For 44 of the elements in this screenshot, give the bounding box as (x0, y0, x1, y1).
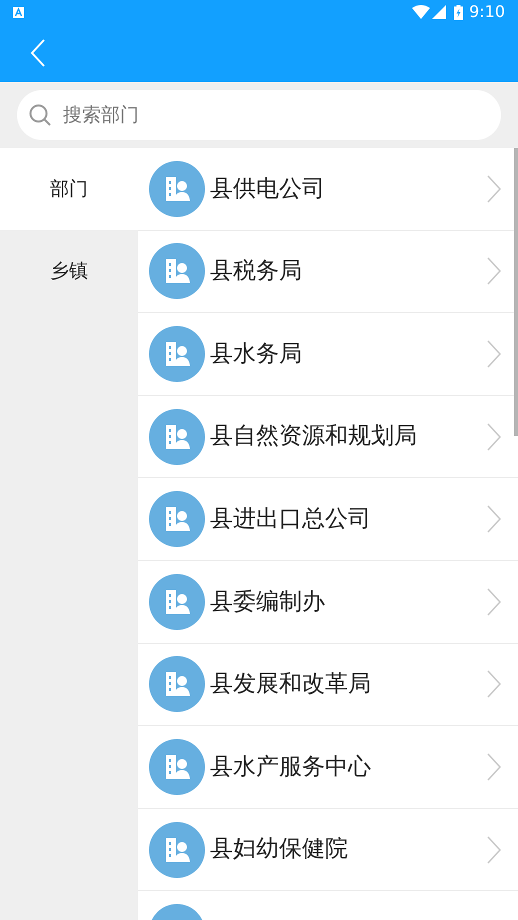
search-field[interactable]: 搜索部门 (17, 90, 501, 140)
chevron-icon (487, 422, 501, 451)
sidebar-tab[interactable]: 部门 (0, 148, 138, 230)
department-name: 县发展和改革局 (210, 670, 372, 700)
department-item[interactable]: 县水务局 (138, 313, 518, 396)
chevron-icon (487, 670, 501, 698)
department-item[interactable]: 县自然资源和规划局 (138, 396, 518, 478)
department-icon (149, 326, 205, 382)
department-icon (149, 408, 205, 465)
department-icon (149, 574, 205, 630)
department-name: 县妇幼保健院 (210, 835, 349, 864)
chevron-icon (487, 836, 501, 864)
department-name: 县供电公司 (210, 174, 326, 204)
chevron-icon (487, 505, 501, 534)
signal-icon (432, 5, 446, 19)
department-icon (149, 738, 205, 795)
chevron-icon (487, 257, 501, 286)
department-item[interactable]: 县税务局 (138, 230, 518, 314)
battery-icon (454, 4, 464, 20)
department-item[interactable]: 县供电公司 (138, 148, 518, 231)
department-name: 县水产服务中心 (210, 752, 372, 782)
department-item[interactable]: 县妇幼保健院 (138, 808, 518, 892)
search-icon (29, 104, 51, 126)
department-name: 县委编制办 (210, 588, 326, 617)
chevron-icon (487, 752, 501, 781)
notification-icon (13, 6, 24, 18)
wifi-icon (412, 5, 430, 19)
department-name: 县税务局 (210, 257, 303, 286)
department-icon (149, 160, 205, 217)
department-name: 县进出口总公司 (210, 504, 372, 534)
department-name: 县水务局 (210, 340, 303, 369)
department-icon (149, 491, 205, 548)
department-item[interactable]: 县水产服务中心 (138, 726, 518, 809)
chevron-icon (487, 588, 501, 616)
chevron-icon (487, 340, 501, 368)
department-item[interactable]: 县委编制办 (138, 560, 518, 644)
department-icon (149, 243, 205, 300)
department-item[interactable]: 县进出口总公司 (138, 478, 518, 561)
department-icon (149, 656, 205, 712)
chevron-icon (487, 174, 501, 203)
department-name: 县自然资源和规划局 (210, 422, 418, 452)
clock: 9:10 (469, 1, 505, 23)
department-icon (149, 822, 205, 878)
department-item[interactable]: 县发展和改革局 (138, 644, 518, 726)
